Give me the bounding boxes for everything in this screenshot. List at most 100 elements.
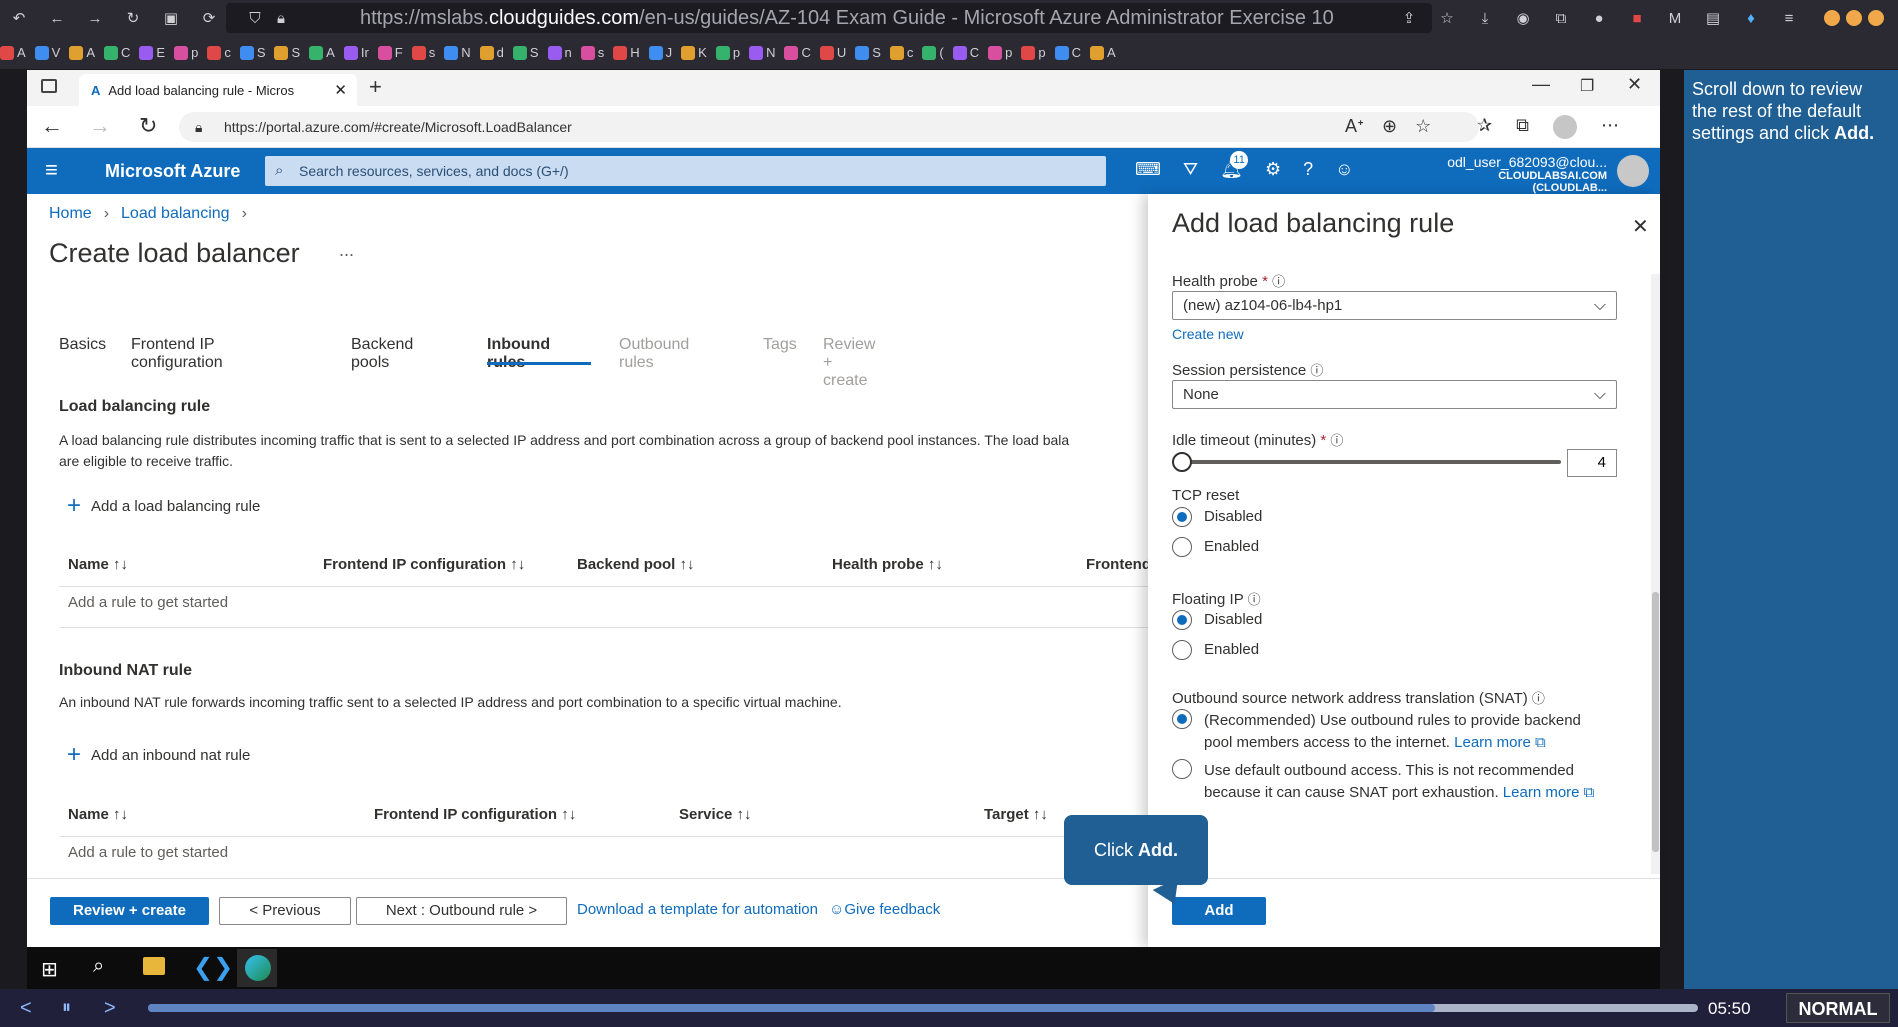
ext-mh-icon[interactable]: M: [1666, 9, 1684, 27]
bookmark-item[interactable]: S: [239, 45, 265, 60]
outer-url-bar[interactable]: https://mslabs.cloudguides.com/en-us/gui…: [226, 3, 1432, 33]
panel-close-icon[interactable]: ✕: [1632, 214, 1649, 239]
tab-backend-pools[interactable]: Backend pools: [351, 336, 413, 372]
bookmark-item[interactable]: S: [274, 45, 300, 60]
zoom-icon[interactable]: ⊕: [1382, 116, 1397, 137]
tab-actions-icon[interactable]: [41, 79, 57, 93]
bookmark-item[interactable]: E: [139, 45, 165, 60]
sync-icon[interactable]: ↻: [124, 9, 142, 27]
bookmark-item[interactable]: V: [34, 45, 60, 60]
scrollbar-thumb[interactable]: [1652, 592, 1659, 852]
azure-brand[interactable]: Microsoft Azure: [105, 161, 240, 182]
player-pause-icon[interactable]: ⏸: [62, 997, 71, 1018]
bookmark-item[interactable]: n: [547, 45, 572, 60]
reload-icon[interactable]: ⟳: [200, 9, 218, 27]
directory-filter-icon[interactable]: ⛛: [1183, 159, 1198, 180]
bookmark-item[interactable]: A: [69, 45, 95, 60]
undo-icon[interactable]: ↶: [10, 9, 28, 27]
col-nat-target[interactable]: Target ↑↓: [984, 806, 1048, 823]
tab-inbound-rules[interactable]: Inbound rules: [487, 336, 550, 372]
vscode-icon[interactable]: ❮❯: [193, 953, 233, 982]
feedback-icon[interactable]: ☺: [1335, 159, 1353, 180]
snat-default-radio[interactable]: [1172, 759, 1192, 779]
help-icon[interactable]: ?: [1303, 159, 1313, 180]
player-progress-track[interactable]: [148, 1004, 1698, 1012]
idle-timeout-slider-thumb[interactable]: [1172, 452, 1192, 472]
favorites-icon[interactable]: ✰: [1477, 115, 1492, 139]
bookmark-item[interactable]: U: [819, 45, 846, 60]
bookmark-item[interactable]: C: [1054, 45, 1081, 60]
bookmark-item[interactable]: p: [174, 45, 198, 60]
win-minimize-icon[interactable]: —: [1532, 74, 1550, 95]
close-dot-icon[interactable]: [1868, 10, 1884, 26]
bookmark-item[interactable]: H: [613, 45, 640, 60]
bookmark-item[interactable]: C: [784, 45, 811, 60]
minimize-dot-icon[interactable]: [1824, 10, 1840, 26]
bookmark-item[interactable]: s: [580, 45, 604, 60]
create-new-link[interactable]: Create new: [1172, 326, 1244, 342]
edge-back-icon[interactable]: ←: [41, 113, 63, 139]
tab-basics[interactable]: Basics: [59, 336, 106, 354]
tab-outbound-rules[interactable]: Outbound rules: [619, 336, 689, 372]
breadcrumb-home[interactable]: Home: [49, 205, 92, 223]
col-nat-name[interactable]: Name ↑↓: [68, 806, 128, 823]
tab-tags[interactable]: Tags: [763, 336, 797, 354]
player-next-icon[interactable]: >: [104, 997, 116, 1020]
previous-button[interactable]: < Previous: [219, 897, 351, 925]
bookmark-item[interactable]: Ir: [343, 45, 369, 60]
maximize-dot-icon[interactable]: [1846, 10, 1862, 26]
add-button[interactable]: Add: [1172, 897, 1266, 925]
col-name[interactable]: Name ↑↓: [68, 556, 128, 573]
sidebar-icon[interactable]: ▣: [162, 9, 180, 27]
player-mode-badge[interactable]: NORMAL: [1786, 993, 1890, 1023]
edge-url-input[interactable]: 🔒︎ https://portal.azure.com/#create/Micr…: [179, 112, 1479, 142]
col-nat-frontend-ip[interactable]: Frontend IP configuration ↑↓: [374, 806, 576, 823]
download-template-link[interactable]: Download a template for automation: [577, 901, 818, 918]
account-icon[interactable]: ●: [1590, 9, 1608, 27]
reader-icon[interactable]: ▤: [1704, 9, 1722, 27]
bookmark-item[interactable]: d: [479, 45, 504, 60]
review-create-button[interactable]: Review + create: [50, 897, 209, 925]
add-lb-rule-button[interactable]: + Add a load balancing rule: [67, 492, 260, 520]
col-frontend-ip[interactable]: Frontend IP configuration ↑↓: [323, 556, 525, 573]
session-persistence-select[interactable]: None ⌵: [1172, 380, 1617, 409]
menu-icon[interactable]: ≡: [1780, 9, 1798, 27]
bookmark-item[interactable]: K: [681, 45, 707, 60]
next-button[interactable]: Next : Outbound rule >: [356, 897, 567, 925]
back-icon[interactable]: ←: [48, 9, 66, 27]
bookmark-item[interactable]: N: [749, 45, 775, 60]
edge-taskbar-icon[interactable]: [245, 955, 271, 981]
player-prev-icon[interactable]: <: [20, 997, 32, 1020]
snat-recommended-radio[interactable]: [1172, 709, 1192, 729]
bookmark-item[interactable]: S: [855, 45, 881, 60]
col-backend-pool[interactable]: Backend pool ↑↓: [577, 556, 695, 573]
read-aloud-icon[interactable]: Aᐩ: [1345, 116, 1364, 137]
more-icon[interactable]: ⋯: [1601, 115, 1619, 139]
bookmark-item[interactable]: s: [411, 45, 435, 60]
settings-gear-icon[interactable]: ⚙: [1265, 159, 1281, 180]
win-restore-icon[interactable]: ❐: [1580, 76, 1594, 96]
breadcrumb-load-balancing[interactable]: Load balancing: [121, 205, 230, 223]
tab-close-icon[interactable]: ✕: [334, 81, 347, 99]
download-icon[interactable]: ⤓: [1476, 9, 1494, 27]
bookmark-item[interactable]: C: [952, 45, 979, 60]
notifications-icon[interactable]: 🔔︎ 11: [1220, 151, 1249, 180]
col-health-probe[interactable]: Health probe ↑↓: [832, 556, 943, 573]
edge-refresh-icon[interactable]: ↻: [139, 113, 157, 139]
azure-search-input[interactable]: ⌕ Search resources, services, and docs (…: [265, 156, 1106, 186]
file-explorer-icon[interactable]: [143, 957, 165, 975]
bookmark-item[interactable]: p: [1021, 45, 1046, 60]
windows-start-icon[interactable]: ⊞: [41, 957, 58, 982]
learn-more-link[interactable]: Learn more ⧉: [1503, 784, 1595, 801]
learn-more-link[interactable]: Learn more ⧉: [1454, 734, 1546, 751]
favorite-icon[interactable]: ☆: [1415, 116, 1431, 137]
bookmark-item[interactable]: S: [512, 45, 539, 60]
tcp-reset-enabled-radio[interactable]: [1172, 537, 1192, 557]
edge-tab-active[interactable]: A Add load balancing rule - Micros ✕: [79, 74, 357, 106]
col-nat-service[interactable]: Service ↑↓: [679, 806, 752, 823]
avatar[interactable]: [1617, 155, 1649, 187]
col-frontend[interactable]: Frontend: [1086, 556, 1151, 573]
taskbar-search-icon[interactable]: ⌕: [93, 955, 104, 978]
bookmark-item[interactable]: A: [0, 45, 26, 60]
ext-red-icon[interactable]: ■: [1628, 9, 1646, 27]
